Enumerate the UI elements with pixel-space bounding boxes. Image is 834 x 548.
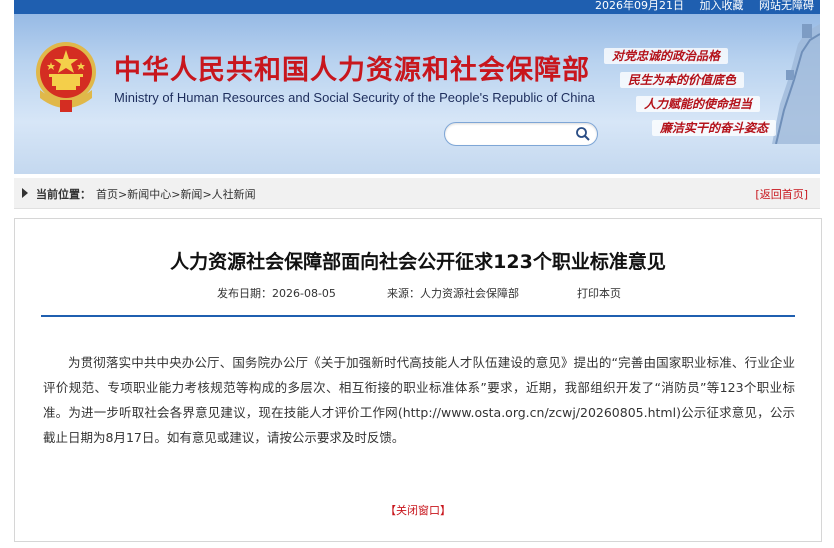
- breadcrumb-news[interactable]: 新闻: [180, 188, 202, 201]
- breadcrumb-home[interactable]: 首页: [96, 188, 118, 201]
- site-title-cn: 中华人民共和国人力资源和社会保障部: [114, 55, 590, 86]
- slogan-list: 对党忠诚的政治品格 民生为本的价值底色 人力赋能的使命担当 廉洁实干的奋斗姿态: [602, 44, 792, 140]
- slogan-item: 廉洁实干的奋斗姿态: [652, 116, 820, 140]
- article-title: 人力资源社会保障部面向社会公开征求123个职业标准意见: [170, 251, 666, 273]
- breadcrumb-hr-news[interactable]: 人社新闻: [212, 188, 256, 201]
- back-home-link[interactable]: [返回首页]: [755, 186, 808, 202]
- close-window-button[interactable]: 【关闭窗口】: [15, 502, 821, 518]
- top-links: 2026年09月21日 加入收藏 网站无障碍: [583, 0, 814, 13]
- breadcrumb-path: 首页>新闻中心>新闻>人社新闻: [96, 188, 256, 201]
- national-emblem-icon: [36, 42, 96, 112]
- add-favorite-link[interactable]: 加入收藏: [700, 0, 744, 12]
- slogan-item: 民生为本的价值底色: [620, 68, 810, 92]
- site-header: 2026年09月21日 加入收藏 网站无障碍 中华人民共和国人力资源和社会保障部…: [14, 0, 820, 174]
- search-input[interactable]: [444, 122, 598, 146]
- triangle-right-icon: [22, 188, 28, 198]
- accessibility-link[interactable]: 网站无障碍: [759, 0, 814, 12]
- slogan-item: 人力赋能的使命担当: [636, 92, 820, 116]
- title-divider: [41, 315, 795, 317]
- search-icon[interactable]: [575, 126, 591, 142]
- breadcrumb-news-center[interactable]: 新闻中心: [127, 188, 171, 201]
- current-date: 2026年09月21日: [595, 0, 684, 12]
- article-body: 为贯彻落实中共中央办公厅、国务院办公厅《关于加强新时代高技能人才队伍建设的意见》…: [43, 355, 795, 445]
- site-title-en: Ministry of Human Resources and Social S…: [114, 90, 595, 105]
- article-source: 来源：人力资源社会保障部: [387, 287, 519, 300]
- breadcrumb-label: 当前位置：: [36, 188, 91, 201]
- slogan-item: 对党忠诚的政治品格: [604, 44, 794, 68]
- publish-date: 发布日期：2026-08-05: [217, 287, 336, 300]
- breadcrumb: 当前位置： 首页>新闻中心>新闻>人社新闻 [返回首页]: [14, 178, 820, 209]
- article-panel: 人力资源社会保障部面向社会公开征求123个职业标准意见 发布日期：2026-08…: [14, 218, 822, 542]
- print-page-link[interactable]: 打印本页: [577, 285, 621, 301]
